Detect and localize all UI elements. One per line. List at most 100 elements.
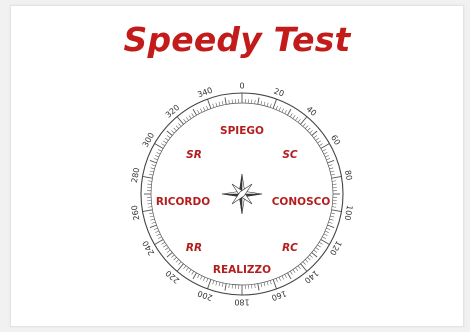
- dial-tick: [161, 241, 165, 245]
- degree-label: 320: [164, 103, 181, 120]
- dial-tick: [150, 218, 155, 221]
- dial-tick: [323, 233, 328, 236]
- dial-tick: [215, 281, 218, 286]
- dial-tick: [289, 113, 293, 117]
- dial-tick: [197, 274, 200, 279]
- label-sc: SC: [282, 149, 298, 161]
- dial-tick: [322, 149, 327, 152]
- dial-tick: [328, 221, 333, 224]
- dial-tick: [257, 283, 260, 291]
- dial-tick: [228, 99, 230, 104]
- dial-tick: [329, 218, 334, 221]
- dial-tick: [212, 103, 215, 108]
- degree-label: 120: [328, 239, 343, 257]
- dial-tick: [269, 103, 272, 108]
- dial-tick: [328, 164, 333, 167]
- dial-tick: [164, 137, 169, 141]
- dial-tick: [315, 247, 320, 251]
- dial-tick: [218, 101, 221, 106]
- dial-tick: [207, 98, 212, 109]
- dial-tick: [330, 212, 335, 215]
- dial-tick: [163, 244, 167, 248]
- dial-tick: [332, 206, 337, 208]
- dial-tick: [329, 167, 334, 170]
- dial-tick: [266, 102, 269, 107]
- degree-label: 80: [343, 169, 354, 181]
- dial-tick: [175, 259, 179, 263]
- dial-tick: [171, 254, 175, 258]
- degree-label: 0: [239, 82, 244, 91]
- dial-tick: [149, 224, 157, 228]
- dial-tick: [307, 127, 311, 131]
- dial-tick: [153, 227, 158, 230]
- dial-tick: [269, 280, 272, 285]
- dial-tick: [315, 137, 320, 141]
- dial-tick: [272, 279, 277, 290]
- dial-tick: [212, 280, 215, 285]
- dial-tick: [319, 241, 323, 245]
- dial-tick: [171, 130, 175, 134]
- dial-tick: [197, 109, 200, 114]
- dial-tick: [164, 247, 169, 251]
- dial-tick: [166, 135, 171, 139]
- degree-label: 280: [130, 167, 142, 184]
- dial-tick: [156, 233, 161, 236]
- dial-tick: [300, 263, 308, 272]
- dial-tick: [218, 282, 221, 287]
- compass-dial: 0204060801001201401601802002202402602803…: [130, 82, 354, 307]
- dial-tick: [207, 279, 212, 290]
- dial-tick: [287, 272, 292, 280]
- dial-tick: [297, 118, 301, 123]
- dial-tick: [173, 257, 177, 261]
- dial-tick: [330, 173, 335, 176]
- dial-tick: [331, 176, 342, 179]
- degree-label: 180: [234, 298, 249, 307]
- dial-tick: [319, 143, 323, 147]
- dial-tick: [326, 158, 331, 161]
- dial-tick: [300, 116, 308, 125]
- dial-tick: [272, 98, 277, 109]
- dial-tick: [311, 252, 318, 258]
- dial-tick: [263, 282, 266, 287]
- dial-tick: [178, 123, 182, 127]
- dial-tick: [313, 249, 318, 253]
- dial-tick: [305, 125, 309, 129]
- dial-tick: [157, 149, 162, 152]
- label-conosco: CONOSCO: [272, 196, 331, 208]
- compass-rose-icon: [221, 173, 263, 215]
- dial-tick: [287, 108, 292, 116]
- dial-tick: [185, 116, 189, 121]
- dial-tick: [183, 265, 187, 270]
- dial-tick: [224, 283, 227, 291]
- dial-tick: [203, 107, 206, 111]
- dial-tick: [188, 269, 192, 273]
- dial-tick: [166, 252, 173, 258]
- label-rr: RR: [186, 242, 202, 254]
- dial-tick: [317, 140, 321, 144]
- dial-tick: [307, 257, 311, 261]
- dial-tick: [275, 278, 278, 283]
- dial-tick: [305, 259, 309, 263]
- dial-tick: [221, 101, 224, 106]
- dial-tick: [284, 109, 287, 114]
- dial-tick: [281, 108, 284, 113]
- dial-tick: [175, 125, 179, 129]
- dial-tick: [142, 176, 153, 179]
- degree-label: 220: [164, 268, 181, 285]
- degree-label: 60: [329, 133, 342, 146]
- dial-tick: [142, 209, 153, 212]
- dial-tick: [289, 271, 293, 275]
- dial-tick: [203, 277, 206, 281]
- dial-tick: [163, 140, 167, 144]
- dial-tick: [151, 221, 156, 224]
- dial-tick: [192, 272, 197, 280]
- dial-tick: [150, 167, 155, 170]
- dial-tick: [313, 135, 318, 139]
- dial-tick: [161, 143, 165, 147]
- dial-tick: [325, 230, 329, 233]
- dial-tick: [153, 158, 158, 161]
- dial-tick: [149, 170, 154, 173]
- dial-tick: [311, 130, 318, 136]
- dial-tick: [221, 282, 224, 287]
- dial-tick: [176, 263, 184, 272]
